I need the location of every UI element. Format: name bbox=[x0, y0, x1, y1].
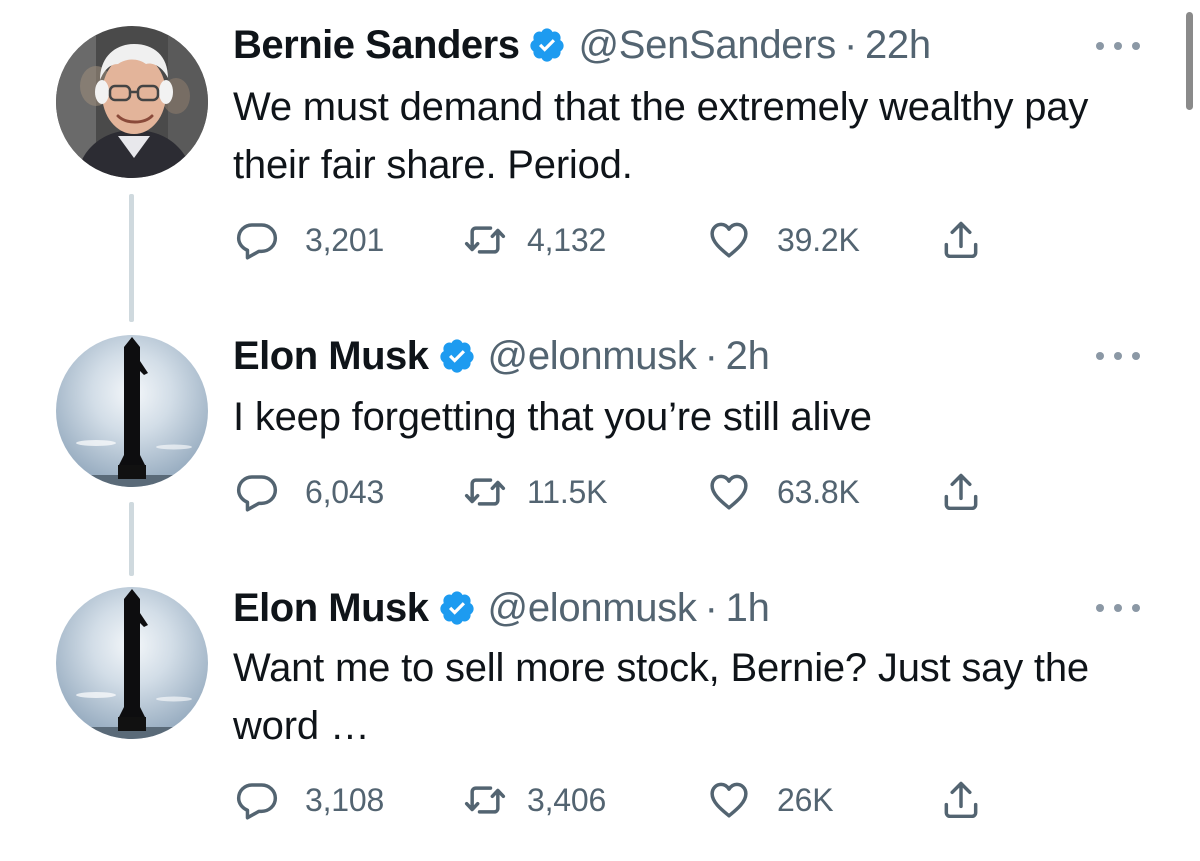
retweet-arrows-icon bbox=[460, 470, 510, 514]
like-button[interactable]: 39.2K bbox=[707, 218, 860, 262]
tweet-timestamp[interactable]: 2h bbox=[726, 334, 770, 379]
retweet-button[interactable]: 3,406 bbox=[460, 778, 606, 822]
verified-badge-icon bbox=[528, 26, 566, 64]
like-count: 63.8K bbox=[777, 473, 860, 510]
heart-icon bbox=[707, 218, 751, 262]
tweet-header: Elon Musk @elonmusk · 1h bbox=[233, 584, 770, 632]
avatar[interactable] bbox=[56, 587, 208, 739]
avatar-portrait-image bbox=[56, 26, 208, 178]
retweet-count: 4,132 bbox=[527, 221, 607, 258]
scrollbar[interactable] bbox=[1186, 12, 1193, 110]
retweet-count: 3,406 bbox=[527, 781, 607, 818]
speech-bubble-icon bbox=[235, 778, 279, 822]
share-upload-icon bbox=[939, 778, 983, 822]
avatar[interactable] bbox=[56, 335, 208, 487]
reply-count: 6,043 bbox=[305, 473, 385, 510]
speech-bubble-icon bbox=[235, 218, 279, 262]
separator-dot: · bbox=[704, 585, 718, 630]
tweet-header: Elon Musk @elonmusk · 2h bbox=[233, 332, 770, 380]
separator-dot: · bbox=[843, 22, 857, 67]
retweet-arrows-icon bbox=[460, 778, 510, 822]
author-name[interactable]: Bernie Sanders bbox=[233, 23, 520, 68]
retweet-arrows-icon bbox=[460, 218, 510, 262]
tweet-text: We must demand that the extremely wealth… bbox=[233, 85, 1089, 187]
tweet-text: I keep forgetting that you’re still aliv… bbox=[233, 395, 872, 439]
share-upload-icon bbox=[939, 218, 983, 262]
speech-bubble-icon bbox=[235, 470, 279, 514]
thread-connector-line bbox=[129, 194, 134, 322]
more-options-icon[interactable] bbox=[1096, 350, 1140, 362]
share-button[interactable] bbox=[939, 778, 983, 822]
reply-button[interactable]: 3,201 bbox=[235, 218, 384, 262]
avatar-starship-image bbox=[56, 587, 208, 739]
like-count: 26K bbox=[777, 781, 834, 818]
retweet-button[interactable]: 11.5K bbox=[460, 470, 607, 514]
heart-icon bbox=[707, 778, 751, 822]
retweet-button[interactable]: 4,132 bbox=[460, 218, 606, 262]
tweet[interactable]: Elon Musk @elonmusk · 1h Want me to sell… bbox=[0, 582, 1200, 861]
like-button[interactable]: 63.8K bbox=[707, 470, 860, 514]
verified-badge-icon bbox=[438, 337, 476, 375]
reply-button[interactable]: 6,043 bbox=[235, 470, 384, 514]
separator-dot: · bbox=[704, 333, 718, 378]
tweet-timestamp[interactable]: 1h bbox=[726, 586, 770, 631]
like-button[interactable]: 26K bbox=[707, 778, 834, 822]
tweet-header: Bernie Sanders @SenSanders · 22h bbox=[233, 21, 931, 69]
more-options-icon[interactable] bbox=[1096, 602, 1140, 614]
tweet-text: Want me to sell more stock, Bernie? Just… bbox=[233, 646, 1089, 748]
tweet-thread: Bernie Sanders @SenSanders · 22h We must… bbox=[0, 0, 1200, 861]
tweet-actions: 3,201 4,132 39.2K bbox=[235, 218, 995, 262]
author-name[interactable]: Elon Musk bbox=[233, 334, 429, 379]
retweet-count: 11.5K bbox=[527, 473, 608, 510]
author-name[interactable]: Elon Musk bbox=[233, 586, 429, 631]
reply-count: 3,201 bbox=[305, 221, 385, 258]
reply-count: 3,108 bbox=[305, 781, 385, 818]
author-handle[interactable]: @elonmusk bbox=[488, 586, 697, 631]
tweet-timestamp[interactable]: 22h bbox=[865, 23, 931, 68]
verified-badge-icon bbox=[438, 589, 476, 627]
reply-button[interactable]: 3,108 bbox=[235, 778, 384, 822]
avatar[interactable] bbox=[56, 26, 208, 178]
more-options-icon[interactable] bbox=[1096, 40, 1140, 52]
share-button[interactable] bbox=[939, 218, 983, 262]
tweet-actions: 6,043 11.5K 63.8K bbox=[235, 470, 995, 514]
author-handle[interactable]: @elonmusk bbox=[488, 334, 697, 379]
like-count: 39.2K bbox=[777, 221, 860, 258]
tweet[interactable]: Elon Musk @elonmusk · 2h I keep forgetti… bbox=[0, 330, 1200, 582]
share-upload-icon bbox=[939, 470, 983, 514]
thread-connector-line bbox=[129, 502, 134, 576]
tweet[interactable]: Bernie Sanders @SenSanders · 22h We must… bbox=[0, 0, 1200, 330]
avatar-starship-image bbox=[56, 335, 208, 487]
author-handle[interactable]: @SenSanders bbox=[578, 23, 836, 68]
heart-icon bbox=[707, 470, 751, 514]
tweet-actions: 3,108 3,406 26K bbox=[235, 778, 995, 822]
share-button[interactable] bbox=[939, 470, 983, 514]
